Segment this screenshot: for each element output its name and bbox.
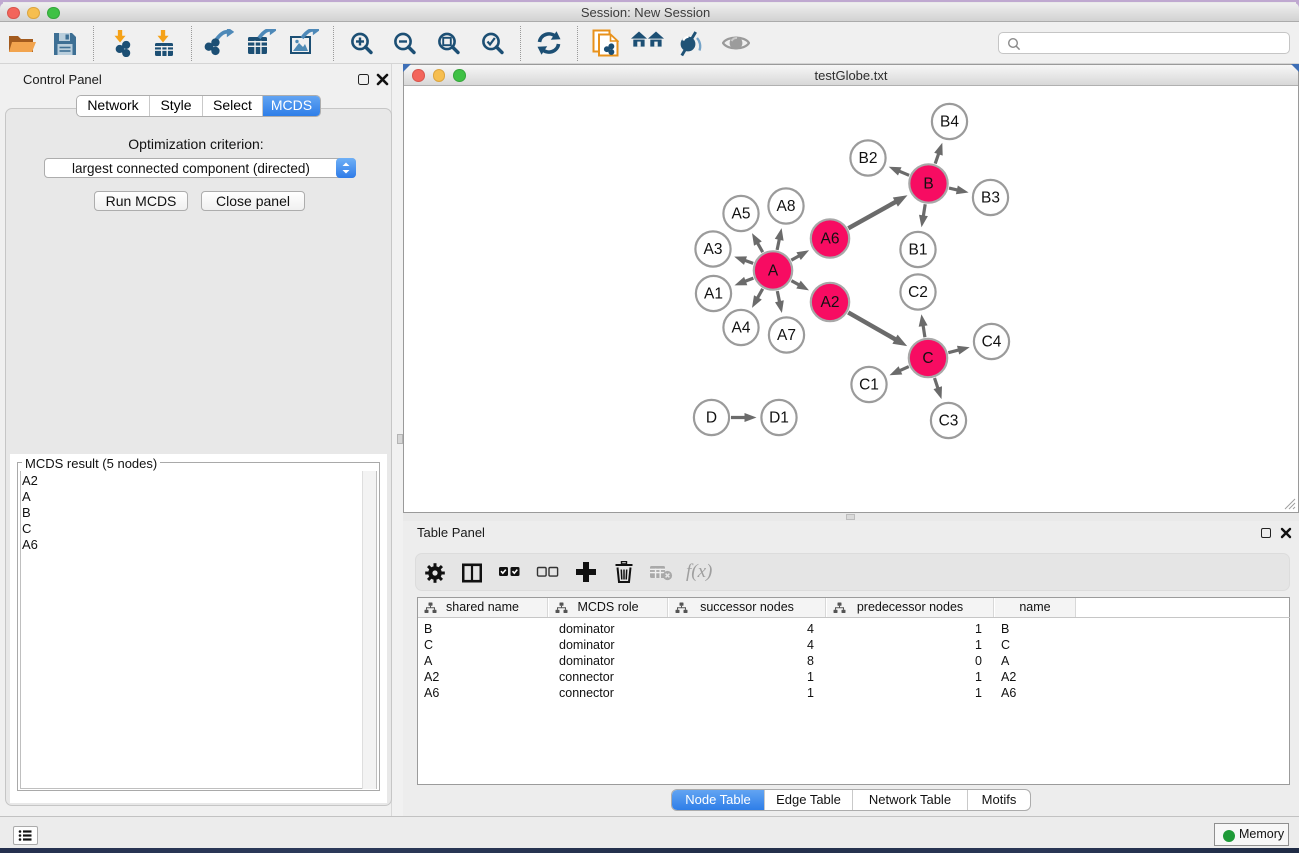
svg-text:A: A <box>768 263 779 280</box>
svg-text:B3: B3 <box>981 190 1000 207</box>
svg-text:D: D <box>706 410 717 427</box>
svg-text:C3: C3 <box>939 413 959 430</box>
svg-text:B2: B2 <box>859 150 878 167</box>
svg-text:B1: B1 <box>909 242 928 259</box>
svg-text:A1: A1 <box>704 286 723 303</box>
svg-text:D1: D1 <box>769 410 789 427</box>
svg-text:C: C <box>922 350 933 367</box>
svg-text:B: B <box>923 176 933 193</box>
svg-text:C2: C2 <box>908 284 928 301</box>
svg-text:A5: A5 <box>732 206 751 223</box>
svg-text:A3: A3 <box>704 241 723 258</box>
svg-text:A7: A7 <box>777 327 796 344</box>
svg-text:B4: B4 <box>940 114 959 131</box>
svg-text:A4: A4 <box>732 320 751 337</box>
svg-text:C4: C4 <box>982 334 1002 351</box>
svg-text:C1: C1 <box>859 377 879 394</box>
svg-text:A6: A6 <box>821 231 840 248</box>
svg-text:A8: A8 <box>777 198 796 215</box>
svg-text:A2: A2 <box>821 294 840 311</box>
